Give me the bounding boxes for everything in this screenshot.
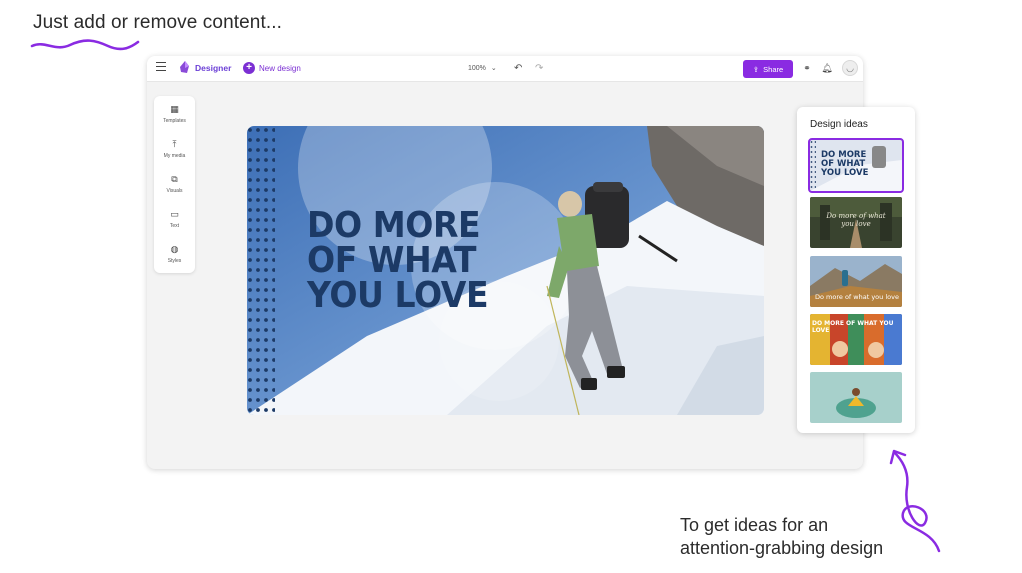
- idea-caption: Do more of what you love: [815, 293, 899, 301]
- undo-icon[interactable]: ↶: [514, 63, 522, 74]
- design-ideas-panel: Design ideas DO MORE OF WHAT YOU LOVE Do…: [797, 107, 915, 433]
- visuals-icon: ⧉: [171, 174, 178, 184]
- design-idea-3[interactable]: Do more of what you love: [810, 256, 902, 307]
- tool-my-media[interactable]: ⤒ My media: [154, 139, 195, 159]
- share-label: Share: [763, 64, 784, 74]
- share-button[interactable]: ⇪ Share: [743, 60, 793, 78]
- tool-label: Templates: [163, 118, 186, 124]
- design-canvas[interactable]: DO MORE OF WHAT YOU LOVE: [247, 126, 764, 415]
- new-design-label: New design: [259, 63, 301, 73]
- zoom-value: 100%: [468, 64, 486, 72]
- tool-text[interactable]: ▭ Text: [154, 209, 195, 229]
- new-design-button[interactable]: + New design: [243, 62, 301, 74]
- idea-caption: DO MORE OF WHAT YOU LOVE: [821, 150, 869, 178]
- design-idea-5[interactable]: [810, 372, 902, 423]
- design-idea-2[interactable]: Do more of what you love: [810, 197, 902, 248]
- tool-templates[interactable]: ▦ Templates: [154, 104, 195, 124]
- chevron-down-icon: ⌄: [490, 65, 497, 72]
- tool-rail: ▦ Templates ⤒ My media ⧉ Visuals ▭ Text …: [154, 96, 195, 273]
- headline: Just add or remove content...: [33, 12, 282, 33]
- design-idea-1[interactable]: DO MORE OF WHAT YOU LOVE: [808, 138, 904, 193]
- app-name: Designer: [195, 63, 232, 73]
- design-idea-4[interactable]: DO MORE OF WHAT YOU LOVE: [810, 314, 902, 365]
- tool-styles[interactable]: ◍ Styles: [154, 244, 195, 264]
- share-icon: ⇪: [752, 64, 760, 74]
- collaborate-icon[interactable]: ⚭: [801, 62, 813, 74]
- squiggle-underline: [30, 39, 140, 51]
- text-icon: ▭: [170, 209, 179, 219]
- tool-visuals[interactable]: ⧉ Visuals: [154, 174, 195, 194]
- templates-icon: ▦: [170, 104, 179, 114]
- idea-caption: DO MORE OF WHAT YOU LOVE: [812, 320, 894, 334]
- design-title[interactable]: DO MORE OF WHAT YOU LOVE: [307, 208, 489, 314]
- designer-logo-icon: [180, 61, 189, 73]
- bottom-note: To get ideas for an attention-grabbing d…: [680, 515, 884, 558]
- tool-label: Visuals: [166, 188, 183, 194]
- notifications-icon[interactable]: 🔔︎: [821, 62, 833, 74]
- redo-icon[interactable]: ↷: [535, 63, 543, 74]
- top-bar: Designer + New design 100% ⌄ ↶ ↷ ⇪ Share…: [147, 56, 863, 82]
- tool-label: My media: [163, 153, 186, 159]
- tool-label: Text: [169, 223, 180, 229]
- upload-icon: ⤒: [172, 139, 177, 149]
- palette-icon: ◍: [170, 244, 179, 254]
- menu-icon[interactable]: [156, 62, 166, 72]
- app-window: Designer + New design 100% ⌄ ↶ ↷ ⇪ Share…: [147, 56, 863, 469]
- design-ideas-title: Design ideas: [810, 119, 868, 130]
- tool-label: Styles: [167, 258, 182, 264]
- idea-thumbnail: [810, 372, 902, 423]
- curved-arrow-icon: [889, 449, 941, 553]
- idea-caption: Do more of what you love: [826, 212, 886, 228]
- plus-icon: +: [243, 62, 255, 74]
- zoom-dropdown[interactable]: 100% ⌄: [468, 64, 497, 73]
- avatar[interactable]: ◡: [842, 60, 858, 76]
